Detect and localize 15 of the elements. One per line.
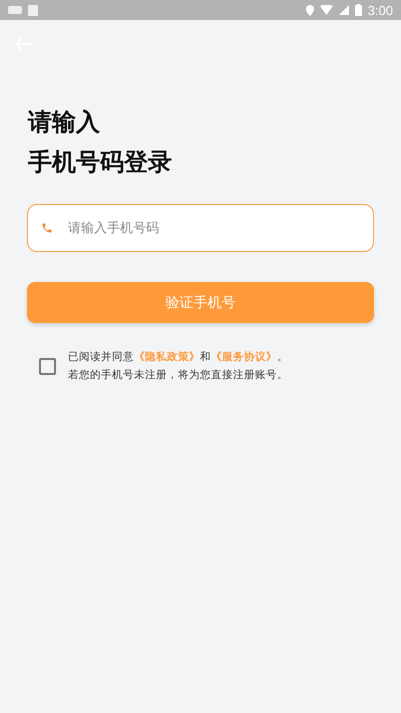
agreement-text: 已阅读并同意《隐私政策》和《服务协议》。 [68,350,288,365]
page-title: 请输入 [28,107,101,138]
page-title: 手机号码登录 [28,147,173,178]
phone-icon [41,222,53,234]
phone-input-field[interactable]: 请输入手机号码 [27,204,374,252]
location-icon [306,4,314,16]
battery-icon [354,4,362,16]
registration-note: 若您的手机号未注册，将为您直接注册账号。 [68,368,288,383]
policy-link[interactable]: 《服务协议》 [211,351,277,363]
signal-icon [338,5,349,15]
wifi-icon [320,5,333,15]
clock-time: 3:00 [368,2,393,18]
policy-link[interactable]: 《隐私政策》 [134,351,200,363]
agreement-checkbox[interactable] [39,358,56,375]
verify-button[interactable]: 验证手机号 [27,282,374,323]
